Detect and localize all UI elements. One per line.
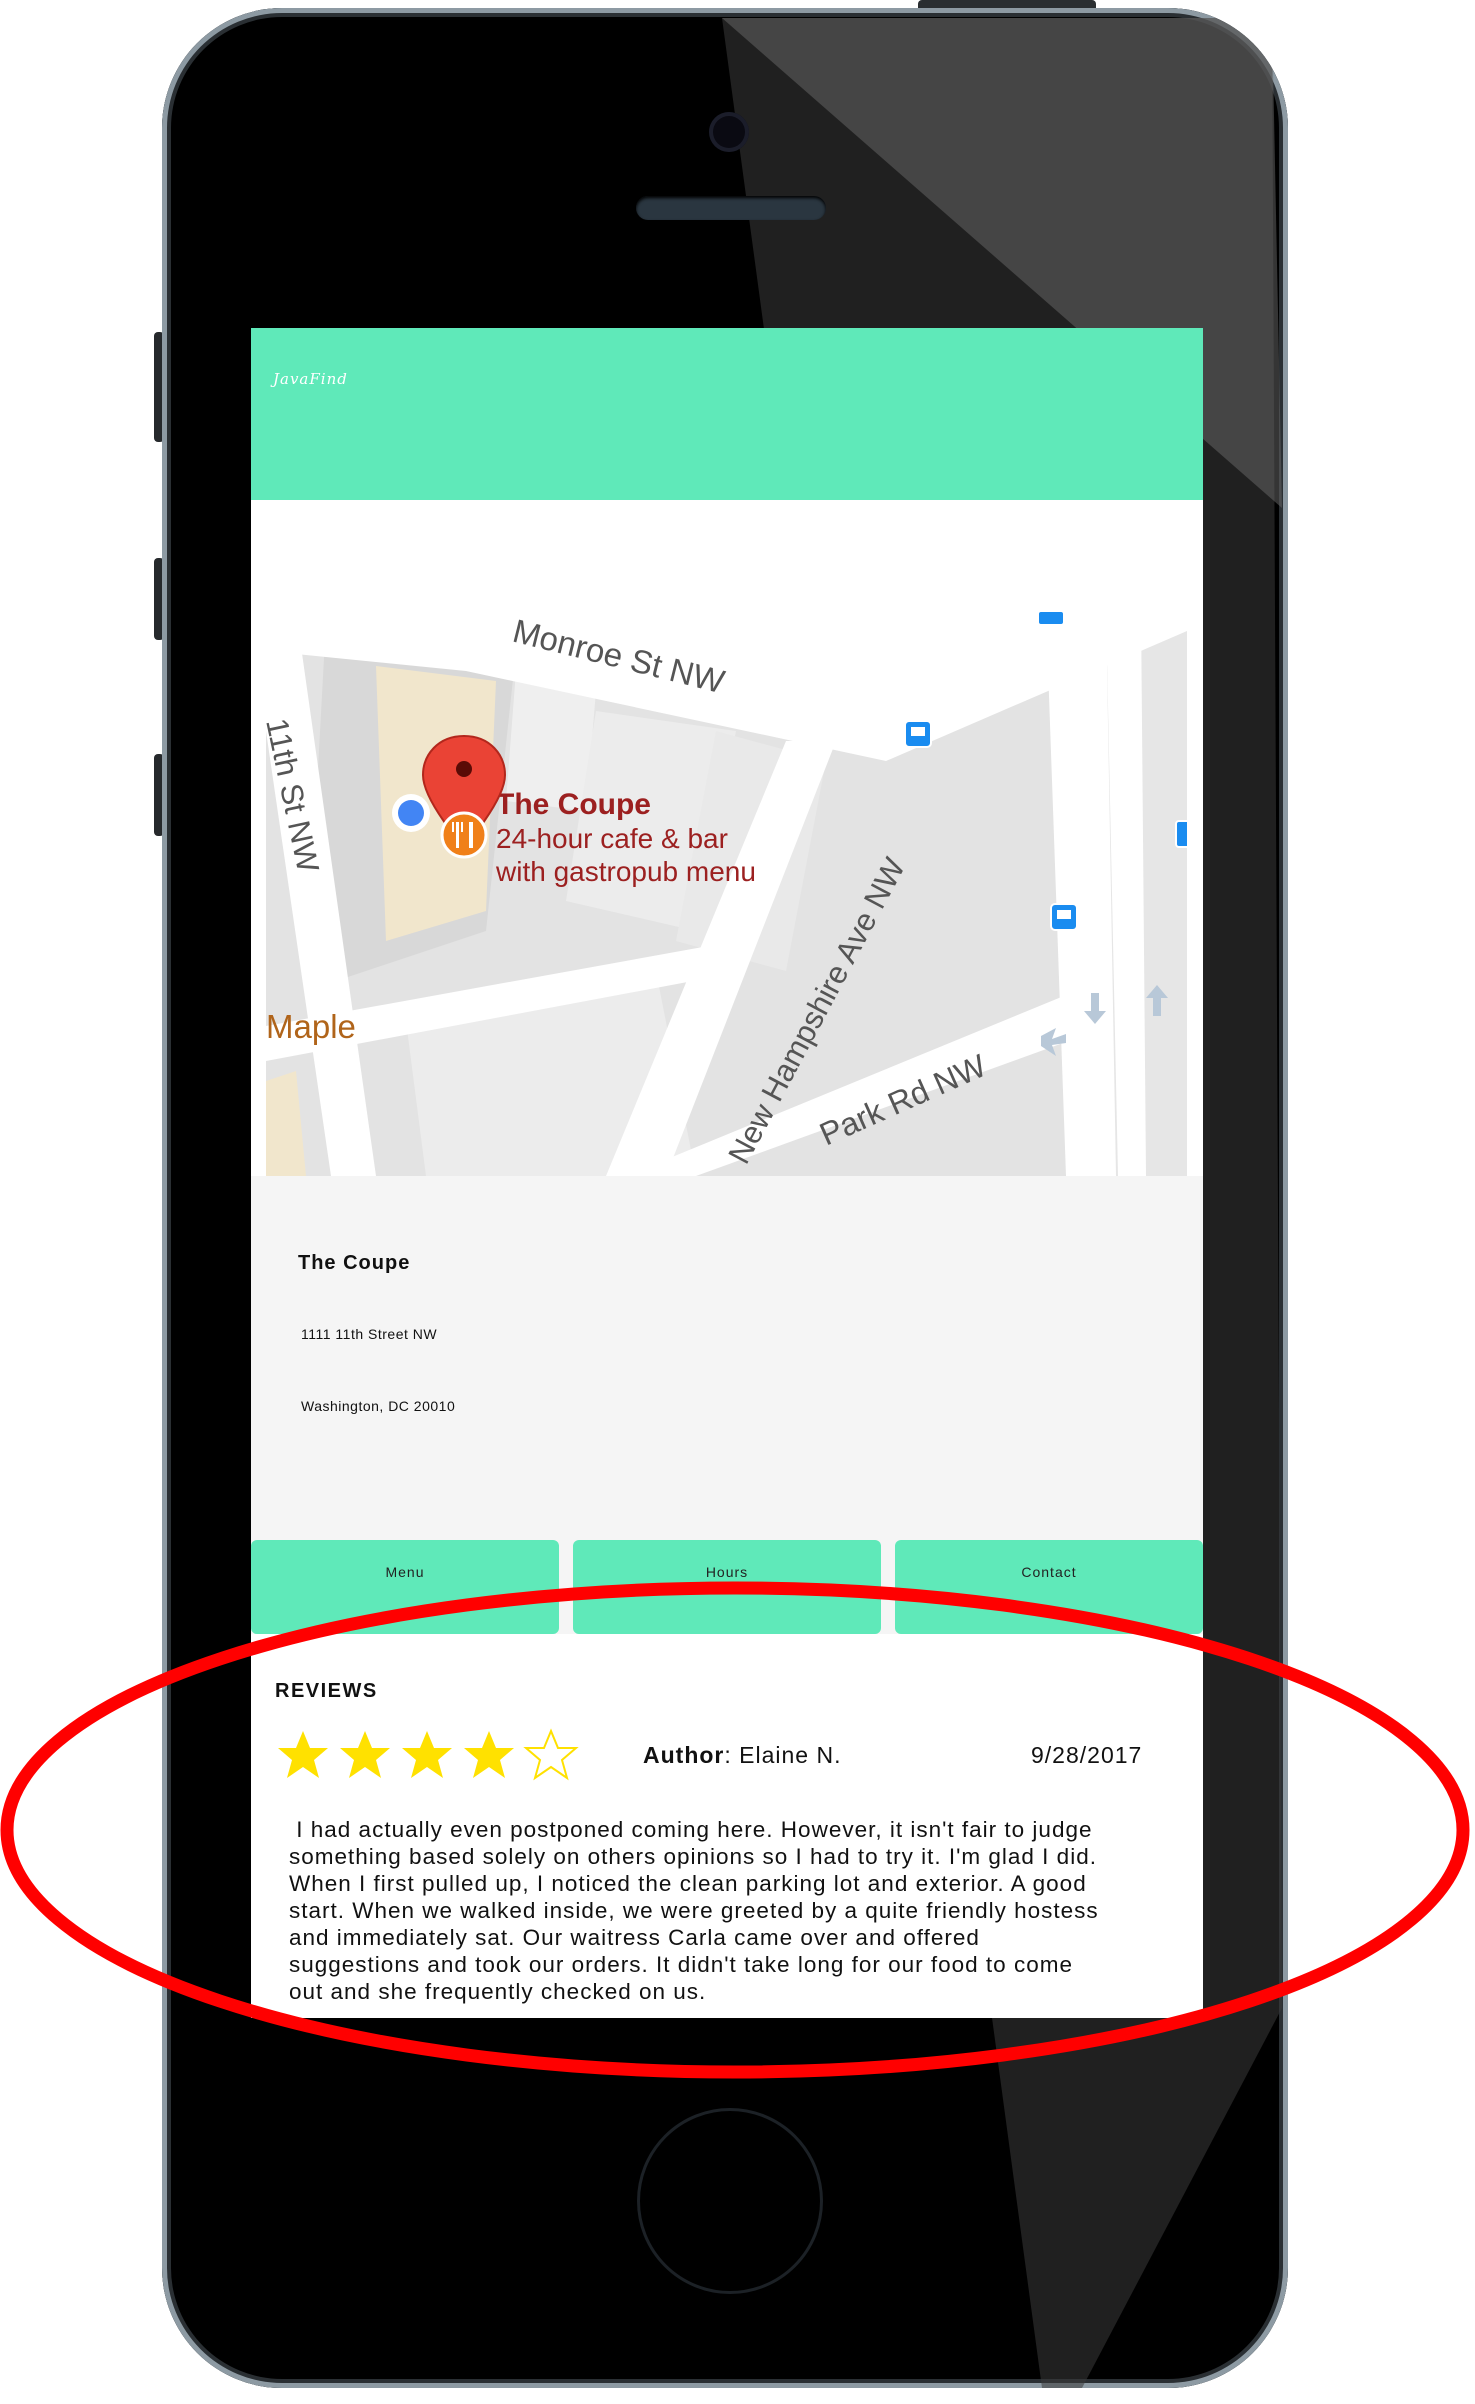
star-rating (275, 1728, 585, 1786)
app-header: JavaFind (251, 328, 1203, 500)
restaurant-icon (440, 811, 488, 859)
hours-button[interactable]: Hours (573, 1540, 881, 1634)
star-filled-icon (402, 1731, 452, 1778)
review-text: I had actually even postponed coming her… (289, 1817, 1099, 2004)
current-location-dot-icon (392, 794, 430, 832)
map-place-title: The Coupe (496, 788, 651, 821)
star-filled-icon (278, 1731, 328, 1778)
map-label-maple: Maple (266, 1008, 356, 1045)
review-date: 9/28/2017 (1031, 1742, 1143, 1768)
app-screen: JavaFind Monroe St NW 11th St NW New Ham… (251, 328, 1203, 2018)
star-filled-icon (340, 1731, 390, 1778)
home-button[interactable] (637, 2108, 823, 2294)
address-line-2: Washington, DC 20010 (301, 1398, 456, 1414)
map-view[interactable]: Monroe St NW 11th St NW New Hampshire Av… (266, 611, 1187, 1176)
review-author: Author: Elaine N. (643, 1742, 841, 1769)
reviews-heading: REVIEWS (275, 1680, 378, 1702)
author-name: : Elaine N. (724, 1742, 842, 1768)
contact-button-label: Contact (1021, 1564, 1077, 1580)
author-label: Author (643, 1742, 725, 1768)
star-filled-icon (464, 1731, 514, 1778)
earpiece-speaker (636, 196, 826, 220)
star-empty-icon (523, 1728, 579, 1781)
bus-stop-icon (1175, 820, 1187, 848)
hours-button-label: Hours (705, 1564, 749, 1580)
app-logo[interactable]: JavaFind (273, 370, 348, 388)
front-camera (709, 112, 749, 152)
bus-stop-icon (1037, 611, 1065, 626)
bus-stop-icon (1050, 903, 1078, 931)
map-graphic: Monroe St NW 11th St NW New Hampshire Av… (266, 611, 1187, 1176)
map-place-desc-2: with gastropub menu (495, 856, 756, 887)
place-name: The Coupe (298, 1252, 411, 1274)
menu-button-label: Menu (385, 1564, 425, 1580)
address-line-1: 1111 11th Street NW (301, 1326, 438, 1342)
map-place-desc-1: 24-hour cafe & bar (496, 823, 728, 854)
bus-stop-icon (904, 720, 932, 748)
menu-button[interactable]: Menu (251, 1540, 559, 1634)
contact-button[interactable]: Contact (895, 1540, 1203, 1634)
